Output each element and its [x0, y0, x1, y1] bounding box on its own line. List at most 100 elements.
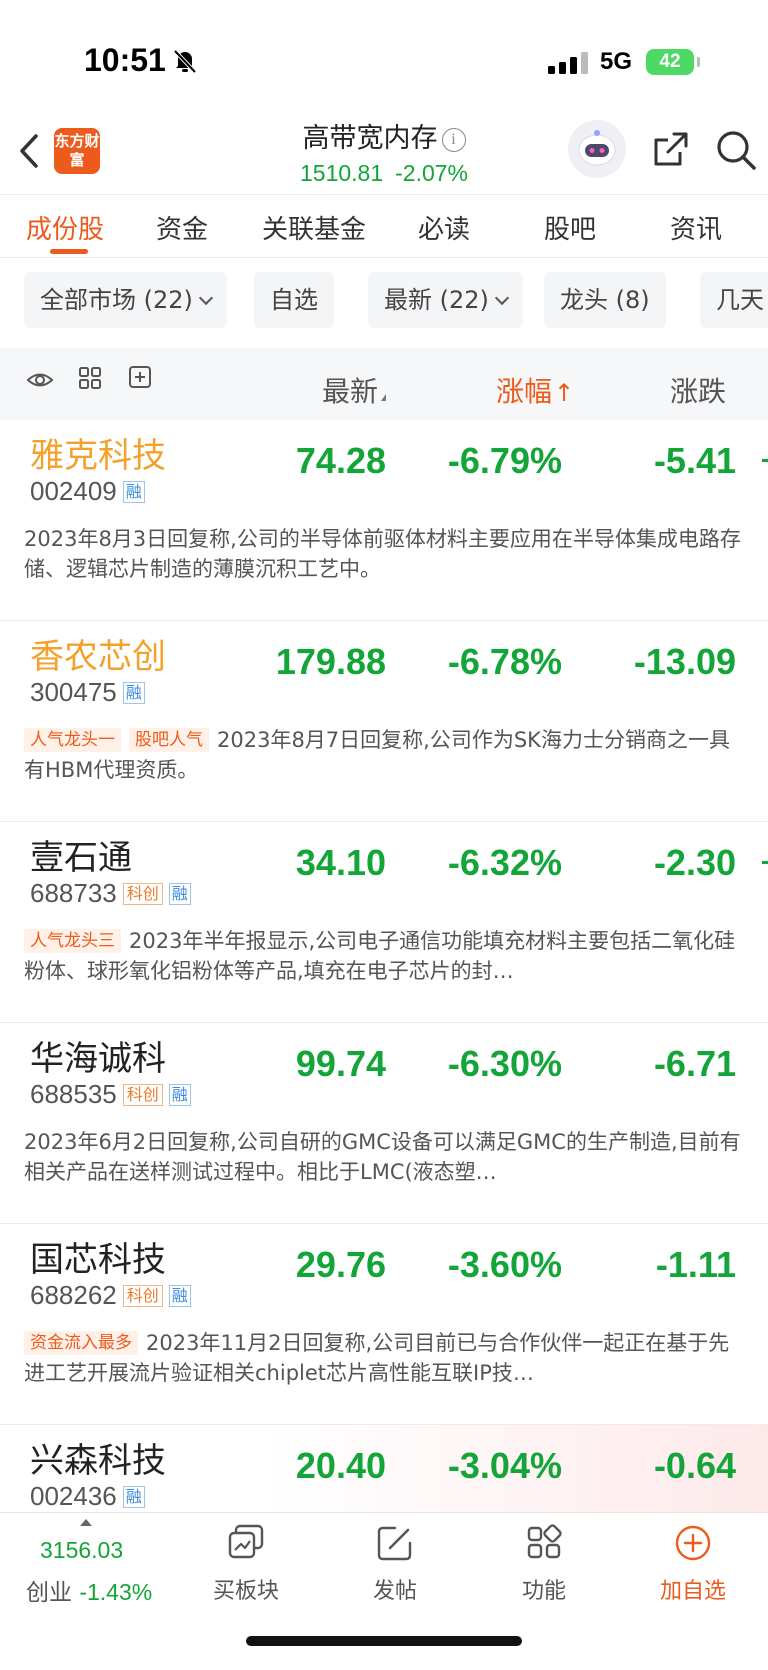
table-row[interactable]: 雅克科技 002409 融 74.28 -6.79% -5.41 2023年8月3… — [0, 420, 768, 621]
active-tab-indicator — [50, 249, 88, 254]
table-row[interactable]: 兴森科技 002436 融 20.40 -3.04% -0.64 — [0, 1425, 768, 1512]
table-row[interactable]: 国芯科技 688262 科创融 29.76 -3.60% -1.11 资金流入最多… — [0, 1224, 768, 1425]
header: 东方财富 高带宽内存 i 1510.81 -2.07% — [0, 110, 768, 194]
tab-related-funds[interactable]: 关联基金 — [262, 209, 366, 246]
index-line[interactable]: 创业 -1.43% — [26, 1573, 152, 1607]
post-button[interactable]: 发帖 — [340, 1523, 450, 1605]
stock-price: 179.88 — [275, 641, 386, 682]
margin-badge: 融 — [122, 682, 145, 704]
stock-description: 人气龙头三 2023年半年报显示,公司电子通信功能填充材料主要包括二氧化硅粉体、球… — [24, 926, 744, 986]
stock-price: 29.76 — [295, 1244, 386, 1285]
edit-icon — [377, 1526, 412, 1561]
popularity-tag: 人气龙头三 — [24, 929, 121, 953]
column-header: 最新 涨幅↑ 涨跌 — [0, 348, 768, 420]
expand-up-icon[interactable] — [80, 1519, 92, 1526]
margin-badge: 融 — [168, 883, 191, 905]
tab-forum[interactable]: 股吧 — [544, 209, 596, 246]
stock-list: 雅克科技 002409 融 74.28 -6.79% -5.41 2023年8月3… — [0, 420, 768, 1512]
overflow-indicator — [762, 459, 768, 462]
stock-name: 华海诚科 — [30, 1039, 166, 1079]
overflow-indicator — [762, 861, 768, 864]
sort-up-arrow-icon: ↑ — [554, 379, 575, 407]
stock-pct: -3.04% — [447, 1445, 562, 1486]
chevron-down-icon — [198, 290, 213, 306]
stock-code-value: 300475 — [30, 677, 117, 707]
stock-price: 99.74 — [295, 1043, 386, 1084]
sort-icon — [381, 394, 387, 401]
column-pct-label: 涨幅 — [496, 375, 553, 408]
info-icon[interactable]: i — [441, 128, 466, 152]
column-change[interactable]: 涨跌 — [670, 370, 726, 410]
stock-pct: -6.32% — [447, 842, 562, 883]
tab-constituents[interactable]: 成份股 — [26, 209, 104, 246]
stock-pct: -3.60% — [447, 1244, 562, 1285]
share-icon[interactable] — [650, 128, 692, 170]
filter-latest[interactable]: 最新 (22) — [368, 272, 523, 328]
popularity-tag: 人气龙头一 — [24, 728, 121, 752]
tab-must-read[interactable]: 必读 — [418, 209, 470, 246]
battery-icon: 42 — [646, 49, 700, 75]
search-icon[interactable] — [714, 128, 758, 172]
assistant-robot-icon[interactable] — [568, 120, 626, 178]
column-pct[interactable]: 涨幅↑ — [496, 370, 574, 410]
filter-days[interactable]: 几天 — [700, 272, 768, 328]
table-row[interactable]: 壹石通 688733 科创融 34.10 -6.32% -2.30 人气龙头三 20… — [0, 822, 768, 1023]
add-box-icon[interactable] — [128, 365, 152, 389]
star-market-badge: 科创 — [122, 1084, 163, 1106]
column-latest[interactable]: 最新 — [322, 370, 387, 410]
forum-popularity-tag: 股吧人气 — [129, 728, 209, 752]
stock-name: 兴森科技 — [30, 1441, 166, 1481]
stock-change: -13.09 — [633, 641, 736, 682]
stock-code: 688733 科创融 — [30, 878, 191, 909]
eye-icon[interactable] — [26, 366, 54, 394]
margin-badge: 融 — [168, 1285, 191, 1307]
stock-name: 香农芯创 — [30, 637, 166, 677]
stock-name: 雅克科技 — [30, 436, 166, 476]
add-watchlist-button[interactable]: 加自选 — [638, 1523, 748, 1605]
index-value[interactable]: 3156.03 — [40, 1537, 123, 1564]
filter-latest-label: 最新 (22) — [384, 286, 489, 314]
filter-watchlist[interactable]: 自选 — [254, 272, 334, 328]
stock-code-value: 002436 — [30, 1481, 117, 1511]
star-market-badge: 科创 — [122, 1285, 163, 1307]
margin-badge: 融 — [168, 1084, 191, 1106]
index-pct: -1.43% — [79, 1579, 153, 1605]
sector-change-pct: -2.07% — [395, 160, 468, 186]
stock-change: -1.11 — [655, 1244, 736, 1285]
column-latest-label: 最新 — [322, 375, 379, 408]
tab-news[interactable]: 资讯 — [670, 209, 722, 246]
table-row[interactable]: 香农芯创 300475 融 179.88 -6.78% -13.09 人气龙头一股… — [0, 621, 768, 822]
filter-market[interactable]: 全部市场 (22) — [24, 272, 227, 328]
stock-change: -6.71 — [653, 1043, 736, 1084]
stock-code: 300475 融 — [30, 677, 145, 708]
filter-leaders[interactable]: 龙头 (8) — [544, 272, 666, 328]
nav-label: 买板块 — [212, 1579, 279, 1604]
home-indicator[interactable] — [246, 1636, 522, 1646]
filter-days-label: 几天 — [716, 286, 764, 314]
stock-description: 2023年8月3日回复称,公司的半导体前驱体材料主要应用在半导体集成电路存储、逻… — [24, 524, 744, 584]
grid-view-icon[interactable] — [78, 366, 102, 390]
filter-bar: 全部市场 (22) 自选 最新 (22) 龙头 (8) 几天 — [0, 258, 768, 348]
stock-price: 34.10 — [295, 842, 386, 883]
stock-pct: -6.78% — [447, 641, 562, 682]
stock-description: 2023年6月2日回复称,公司自研的GMC设备可以满足GMC的生产制造,目前有相… — [24, 1127, 744, 1187]
stock-code: 688262 科创融 — [30, 1280, 191, 1311]
status-bar: 10:51 5G 42 — [0, 0, 768, 110]
sector-cards-icon — [228, 1524, 264, 1559]
description-text: 2023年8月3日回复称,公司的半导体前驱体材料主要应用在半导体集成电路存储、逻… — [24, 527, 741, 581]
stock-code-value: 688733 — [30, 878, 117, 908]
tab-funds-flow[interactable]: 资金 — [156, 209, 208, 246]
stock-description: 资金流入最多 2023年11月2日回复称,公司目前已与合作伙伴一起正在基于先进工艺… — [24, 1328, 744, 1388]
functions-button[interactable]: 功能 — [489, 1523, 599, 1605]
stock-code: 688535 科创融 — [30, 1079, 191, 1110]
bell-muted-icon — [173, 49, 197, 74]
buy-sector-button[interactable]: 买板块 — [191, 1523, 301, 1605]
apps-grid-icon — [527, 1524, 562, 1559]
status-time: 10:51 — [84, 42, 166, 78]
table-row[interactable]: 华海诚科 688535 科创融 99.74 -6.30% -6.71 2023年6… — [0, 1023, 768, 1224]
stock-change: -0.64 — [653, 1445, 736, 1486]
stock-description: 人气龙头一 股吧人气 2023年8月7日回复称,公司作为SK海力士分销商之一具有HB… — [24, 725, 744, 785]
chevron-down-icon — [494, 290, 509, 306]
filter-leaders-label: 龙头 (8) — [560, 286, 650, 314]
stock-price: 74.28 — [295, 440, 386, 481]
